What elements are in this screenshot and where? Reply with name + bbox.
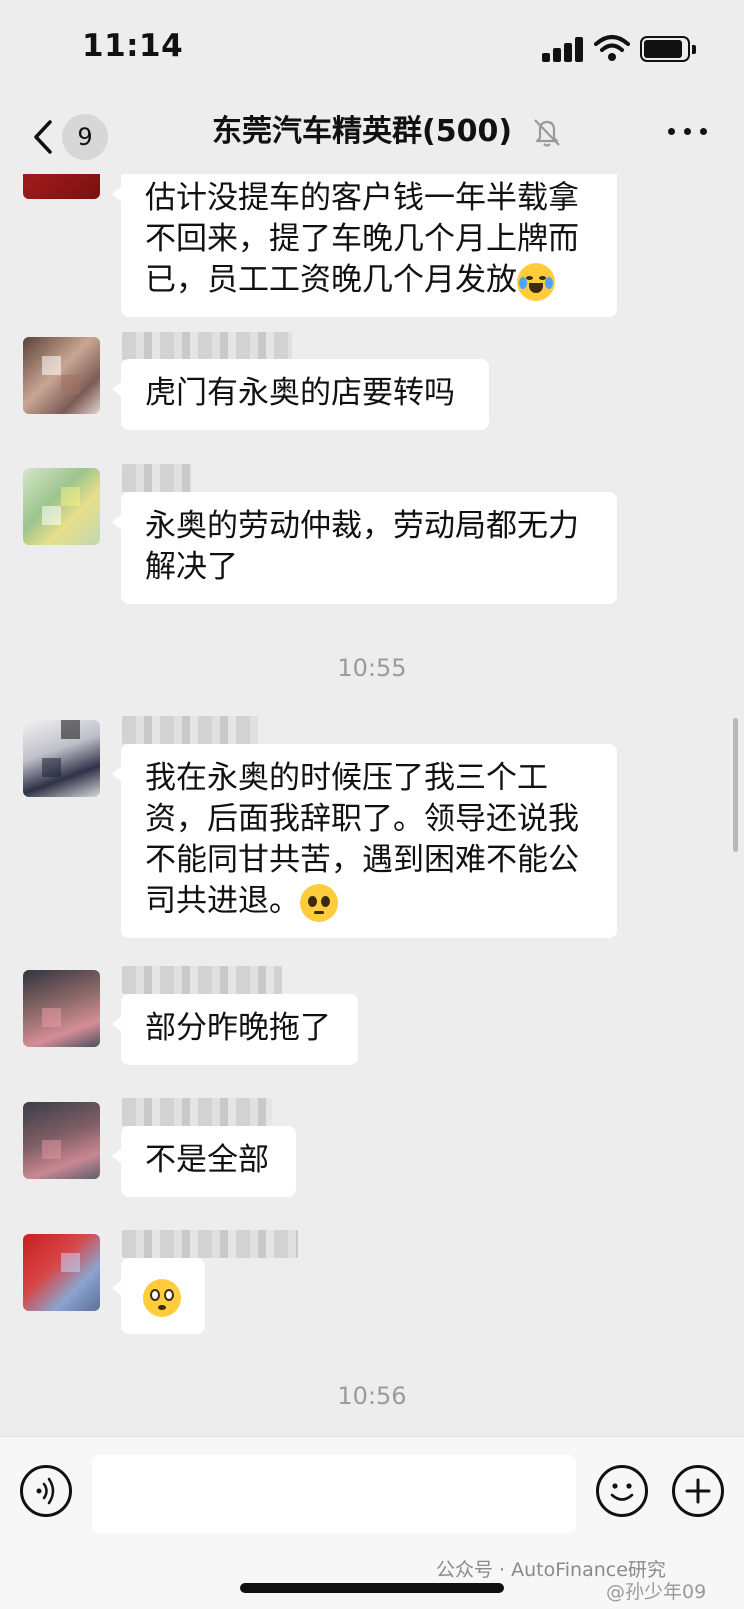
message-bubble[interactable] <box>112 1258 205 1334</box>
avatar[interactable] <box>23 720 100 797</box>
smiley-icon <box>610 1483 634 1501</box>
plus-icon <box>685 1478 711 1504</box>
flushed-emoji <box>143 1278 181 1317</box>
mute-bell-icon <box>534 119 560 147</box>
watermark-handle: @孙少年09 <box>606 1581 707 1603</box>
more-options-button[interactable] <box>668 120 708 144</box>
unread-count-badge: 9 <box>62 114 108 160</box>
sender-name-blurred <box>122 1230 298 1258</box>
sender-name-blurred <box>122 1098 272 1126</box>
message-text: 估计没提车的客户钱一年半载拿 不回来，提了车晚几个月上牌而 已，员工工资晚几个月… <box>145 180 579 298</box>
avatar[interactable] <box>23 337 100 414</box>
voice-input-button[interactable] <box>20 1465 72 1517</box>
scrollbar[interactable] <box>733 718 738 852</box>
sender-name-blurred <box>122 464 192 492</box>
message-input-bar: 公众号 · AutoFinance研究 @孙少年09 <box>0 1436 744 1609</box>
message-timestamp: 10:56 <box>337 1382 407 1410</box>
chat-message-list[interactable]: 估计没提车的客户钱一年半载拿 不回来，提了车晚几个月上牌而 已，员工工资晚几个月… <box>0 174 744 1436</box>
status-bar: 11:14 <box>0 0 744 100</box>
sender-name-blurred <box>122 332 292 360</box>
group-title: 东莞汽车精英群(500) <box>212 114 513 149</box>
message-bubble[interactable]: 不是全部 <box>112 1126 296 1197</box>
back-button[interactable]: 9 <box>26 110 116 164</box>
laughing-crying-emoji <box>517 262 555 301</box>
avatar[interactable] <box>23 1102 100 1179</box>
sender-name-blurred <box>122 966 282 994</box>
more-actions-button[interactable] <box>672 1465 724 1517</box>
status-time: 11:14 <box>82 28 184 64</box>
message-bubble[interactable]: 部分昨晚拖了 <box>112 994 358 1065</box>
avatar[interactable] <box>23 174 100 199</box>
avatar[interactable] <box>23 468 100 545</box>
home-indicator[interactable] <box>240 1583 504 1593</box>
avatar[interactable] <box>23 1234 100 1311</box>
chevron-left-icon <box>34 120 52 154</box>
message-input[interactable] <box>92 1455 576 1533</box>
message-text: 部分昨晚拖了 <box>145 1010 331 1046</box>
message-bubble[interactable]: 我在永奥的时候压了我三个工 资，后面我辞职了。领导还说我 不能同甘共苦，遇到困难… <box>112 744 617 938</box>
message-bubble[interactable]: 永奥的劳动仲裁，劳动局都无力 解决了 <box>112 492 617 604</box>
voice-icon <box>36 1477 55 1505</box>
pleading-emoji <box>300 883 338 922</box>
message-text: 我在永奥的时候压了我三个工 资，后面我辞职了。领导还说我 不能同甘共苦，遇到困难… <box>145 760 579 919</box>
message-text: 不是全部 <box>145 1142 269 1178</box>
avatar[interactable] <box>23 970 100 1047</box>
emoji-picker-button[interactable] <box>596 1465 648 1517</box>
message-bubble[interactable]: 估计没提车的客户钱一年半载拿 不回来，提了车晚几个月上牌而 已，员工工资晚几个月… <box>112 174 617 317</box>
sender-name-blurred <box>122 716 258 744</box>
chat-header: 9 东莞汽车精英群(500) <box>0 100 744 174</box>
battery-icon <box>640 36 696 62</box>
message-timestamp: 10:55 <box>337 654 407 682</box>
message-bubble[interactable]: 虎门有永奥的店要转吗 <box>112 359 489 430</box>
wifi-icon <box>594 35 630 61</box>
message-text: 虎门有永奥的店要转吗 <box>145 375 455 411</box>
cellular-signal-icon <box>542 36 584 62</box>
message-text: 永奥的劳动仲裁，劳动局都无力 解决了 <box>145 508 579 585</box>
